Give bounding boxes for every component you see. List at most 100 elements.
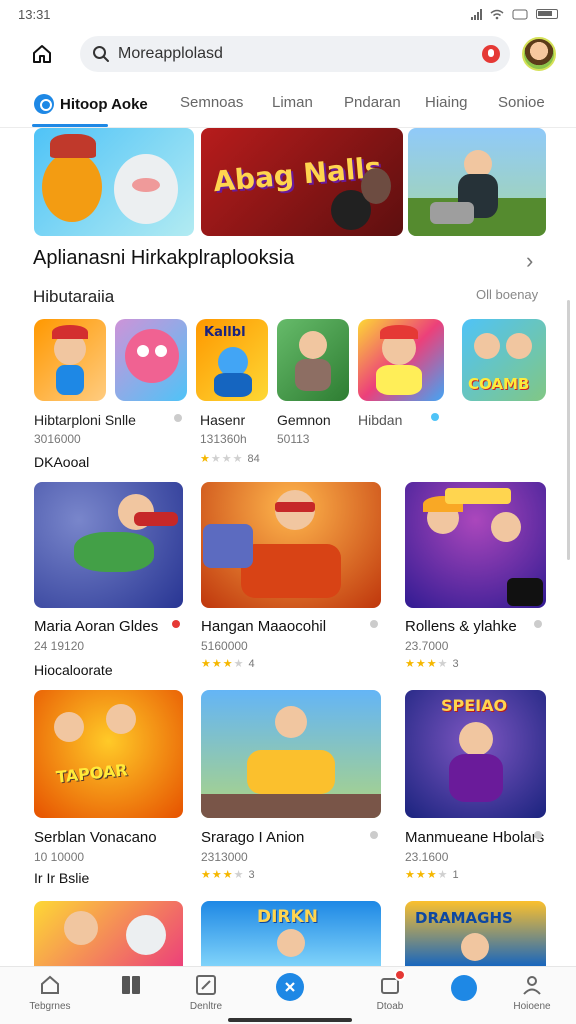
scroll-indicator[interactable] — [567, 300, 570, 560]
home-icon — [33, 45, 51, 63]
banner-card-1[interactable] — [34, 128, 194, 236]
nav-center-action[interactable] — [250, 973, 330, 1001]
banner-card-2[interactable]: Abag Nalls — [201, 128, 403, 236]
game-meta: 10 10000 — [34, 850, 85, 864]
tab-4[interactable]: Pndaran — [344, 94, 401, 111]
game-meta: 2313000 — [201, 850, 248, 864]
nav-home[interactable]: Tebgrnes — [10, 973, 90, 1012]
edit-icon — [196, 975, 216, 995]
app-name: Hasenr — [200, 412, 246, 428]
game-card-art-text: DRAMAGHS — [415, 909, 513, 927]
search-icon — [93, 46, 109, 62]
app-icon-1[interactable] — [34, 319, 106, 401]
rating-stars: ★★★★ 4 — [201, 658, 255, 670]
search-bar[interactable]: Moreapplolasd — [80, 36, 510, 72]
more-icon[interactable] — [534, 831, 542, 839]
mic-icon[interactable] — [482, 45, 500, 63]
nav-label: Tebgrnes — [29, 1001, 71, 1012]
app-icon-3[interactable]: Kallbl — [196, 319, 268, 401]
app-icon-4[interactable] — [277, 319, 349, 401]
nav-label: Dtoab — [376, 1001, 404, 1012]
sub-section-title: Hibutaraiia — [33, 287, 115, 306]
chevron-right-icon[interactable]: › — [526, 248, 533, 274]
gesture-bar — [228, 1018, 352, 1022]
signal-icon — [471, 8, 482, 20]
home-icon — [41, 975, 59, 994]
top-bar: Moreapplolasd — [0, 28, 576, 80]
compass-icon — [34, 94, 54, 114]
app-extra: DKAooal — [34, 454, 90, 470]
game-meta: 24 19120 — [34, 639, 85, 653]
nav-notifications[interactable]: Dtoab — [350, 969, 430, 1012]
app-icon-art-text: COAMB — [468, 375, 530, 393]
battery-icon — [536, 9, 558, 19]
tab-3[interactable]: Liman — [272, 94, 313, 111]
game-card-art-text: TAPOAR — [55, 760, 129, 787]
game-card-art-text: SPEIAO — [441, 696, 508, 715]
wifi-icon — [490, 9, 504, 19]
nav-edit[interactable]: Denltre — [166, 973, 246, 1012]
game-title: Srarago I Anion — [201, 829, 305, 846]
rating-value: 4 — [248, 658, 255, 670]
rating-stars: ★★★★ 84 — [200, 453, 260, 465]
game-title: Maria Aoran Gldes — [34, 618, 159, 635]
app-icon-2[interactable] — [115, 319, 187, 401]
nav-profile[interactable]: Hoioene — [492, 973, 572, 1012]
app-icon-6[interactable]: COAMB — [462, 319, 546, 401]
see-all-link[interactable]: Oll boenay — [476, 287, 538, 302]
rating-value: 84 — [247, 453, 260, 465]
game-title: Hangan Maaocohil — [201, 618, 327, 635]
section-title: Aplianasni Hirkakplraplooksia — [33, 247, 295, 269]
nav-label: Hoioene — [513, 1001, 551, 1012]
more-icon[interactable] — [370, 620, 378, 628]
game-extra: Ir Ir Bslie — [34, 870, 90, 886]
rating-stars: ★★★★ 1 — [405, 869, 459, 881]
game-card-art-text: DIRKN — [257, 907, 318, 927]
rating-value: 3 — [248, 869, 255, 881]
home-button[interactable] — [26, 40, 58, 68]
tab-label: Hitoop Aoke — [60, 95, 148, 113]
game-card-art-4[interactable]: TAPOAR — [34, 690, 183, 818]
more-icon[interactable] — [534, 620, 542, 628]
app-meta: 50113 — [277, 432, 310, 446]
banner-card-3[interactable] — [408, 128, 546, 236]
social-icon — [451, 975, 477, 1001]
rating-value: 3 — [452, 658, 459, 670]
game-card-art-6[interactable]: SPEIAO — [405, 690, 546, 818]
search-input[interactable]: Moreapplolasd — [118, 45, 482, 63]
app-name: Hibdan — [358, 412, 403, 428]
bell-icon — [378, 969, 406, 997]
game-card-art-1[interactable] — [34, 482, 183, 608]
tab-2[interactable]: Semnoas — [180, 94, 243, 111]
game-card-art-2[interactable] — [201, 482, 381, 608]
more-icon[interactable] — [431, 413, 439, 421]
tab-5[interactable]: Hiaing — [425, 94, 468, 111]
game-card-art-3[interactable] — [405, 482, 546, 608]
nav-label: Denltre — [189, 1001, 223, 1012]
game-meta: 23.1600 — [405, 850, 449, 864]
game-card-art-8[interactable]: DIRKN — [201, 901, 381, 967]
game-extra: Hiocaloorate — [34, 662, 113, 678]
game-meta: 5160000 — [201, 639, 248, 653]
avatar[interactable] — [522, 37, 556, 71]
game-card-art-9[interactable]: DRAMAGHS — [405, 901, 546, 967]
bottom-nav: Tebgrnes Denltre Dtoab Hoioene — [0, 966, 576, 1024]
tab-6[interactable]: Sonioe — [498, 94, 545, 111]
app-name: Gemnon — [277, 412, 331, 428]
more-icon[interactable] — [174, 414, 182, 422]
more-icon[interactable] — [172, 620, 180, 628]
tab-indicator — [32, 124, 108, 127]
tab-home[interactable]: Hitoop Aoke — [34, 94, 148, 114]
library-icon — [122, 976, 140, 994]
game-card-art-7[interactable] — [34, 901, 183, 967]
nav-library[interactable] — [91, 973, 171, 997]
app-meta: 3016000 — [34, 432, 81, 446]
game-title: Rollens & ylahke — [405, 618, 517, 635]
app-meta: 131360h — [200, 432, 247, 446]
status-icons — [471, 8, 558, 20]
category-tabs: Hitoop Aoke Semnoas Liman Pndaran Hiaing… — [0, 84, 576, 128]
more-icon[interactable] — [370, 831, 378, 839]
app-icon-5[interactable] — [358, 319, 444, 401]
game-card-art-5[interactable] — [201, 690, 381, 818]
profile-icon — [523, 976, 541, 995]
